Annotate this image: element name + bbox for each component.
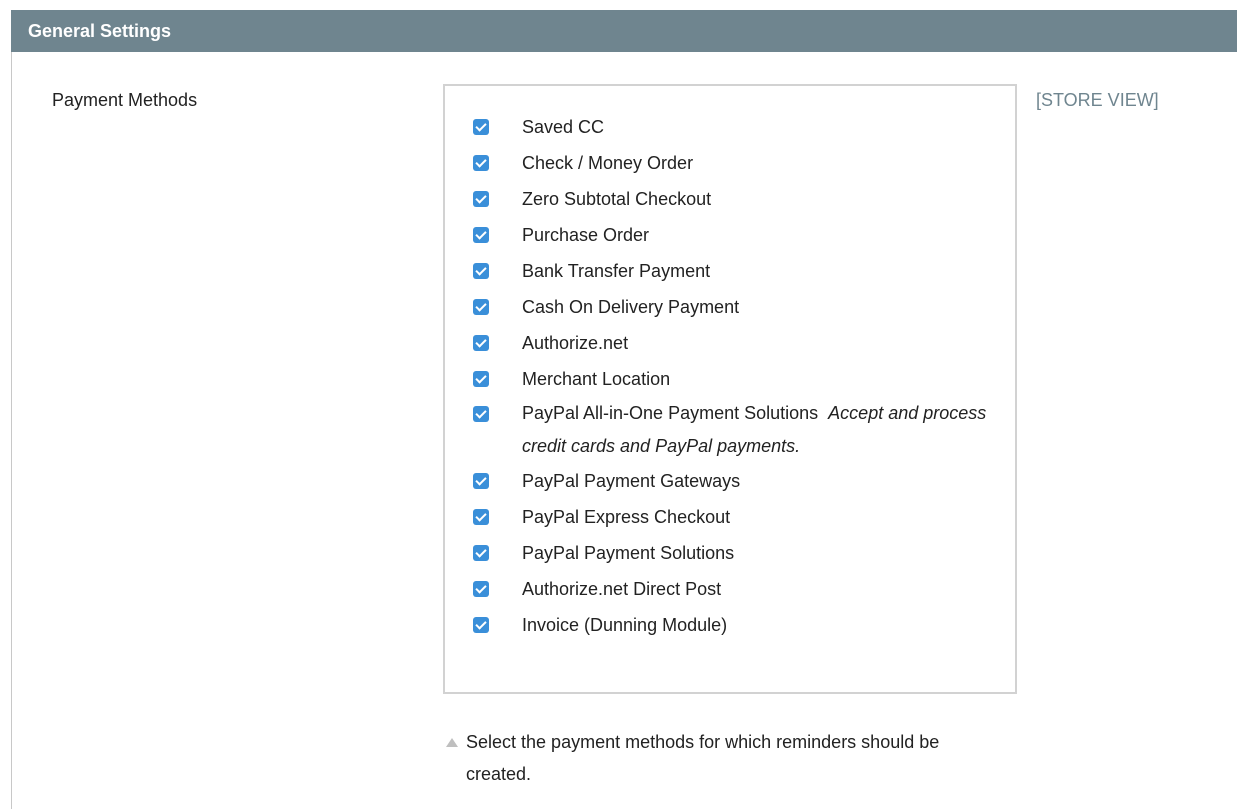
checkbox-checked-icon[interactable] [473,119,489,135]
option-authorize-net-direct-post[interactable]: Authorize.net Direct Post [473,571,993,607]
checkbox-checked-icon[interactable] [473,545,489,561]
option-label: Check / Money Order [522,153,694,173]
option-purchase-order[interactable]: Purchase Order [473,217,993,253]
option-label: Zero Subtotal Checkout [522,189,712,209]
checkbox-checked-icon[interactable] [473,191,489,207]
option-paypal-express-checkout[interactable]: PayPal Express Checkout [473,499,993,535]
hint-text: Select the payment methods for which rem… [466,732,940,784]
payment-methods-options: Saved CC Check / Money Order Zero Subtot… [473,109,993,643]
option-bank-transfer-payment[interactable]: Bank Transfer Payment [473,253,993,289]
option-label-with-description: PayPal All-in-One Payment Solutions Acce… [522,397,993,463]
option-label: Saved CC [522,117,605,137]
option-merchant-location[interactable]: Merchant Location [473,361,993,397]
section-title: General Settings [28,20,172,41]
checkbox-checked-icon[interactable] [473,299,489,315]
checkbox-checked-icon[interactable] [473,581,489,597]
hint-arrow-icon [446,738,458,747]
option-label: Bank Transfer Payment [522,261,711,281]
option-invoice-dunning-module[interactable]: Invoice (Dunning Module) [473,607,993,643]
option-authorize-net[interactable]: Authorize.net [473,325,993,361]
checkbox-checked-icon[interactable] [473,617,489,633]
option-saved-cc[interactable]: Saved CC [473,109,993,145]
checkbox-checked-icon[interactable] [473,155,489,171]
checkbox-checked-icon[interactable] [473,473,489,489]
page: General Settings Payment Methods Saved C… [0,0,1237,809]
checkbox-checked-icon[interactable] [473,227,489,243]
option-label: PayPal Express Checkout [522,507,731,527]
option-label: PayPal Payment Gateways [522,471,741,491]
option-paypal-payment-solutions[interactable]: PayPal Payment Solutions [473,535,993,571]
option-check-money-order[interactable]: Check / Money Order [473,145,993,181]
payment-methods-label: Payment Methods [52,90,198,110]
option-label: Authorize.net Direct Post [522,579,722,599]
option-label: Authorize.net [522,333,629,353]
checkbox-checked-icon[interactable] [473,335,489,351]
option-label: Merchant Location [522,369,671,389]
checkbox-checked-icon[interactable] [473,371,489,387]
payment-methods-multiselect[interactable]: Saved CC Check / Money Order Zero Subtot… [443,84,1017,694]
checkbox-checked-icon[interactable] [473,263,489,279]
option-label: PayPal Payment Solutions [522,543,735,563]
option-paypal-all-in-one[interactable]: PayPal All-in-One Payment Solutions Acce… [473,397,993,463]
option-label: PayPal All-in-One Payment Solutions [522,403,819,423]
checkbox-checked-icon[interactable] [473,509,489,525]
option-zero-subtotal-checkout[interactable]: Zero Subtotal Checkout [473,181,993,217]
scope-label: [STORE VIEW] [1036,90,1159,110]
field-hint: Select the payment methods for which rem… [446,726,1006,790]
section-header[interactable]: General Settings [11,10,1237,52]
option-label: Purchase Order [522,225,650,245]
checkbox-checked-icon[interactable] [473,406,489,422]
option-cash-on-delivery-payment[interactable]: Cash On Delivery Payment [473,289,993,325]
option-label: Invoice (Dunning Module) [522,615,728,635]
option-paypal-payment-gateways[interactable]: PayPal Payment Gateways [473,463,993,499]
option-label: Cash On Delivery Payment [522,297,740,317]
